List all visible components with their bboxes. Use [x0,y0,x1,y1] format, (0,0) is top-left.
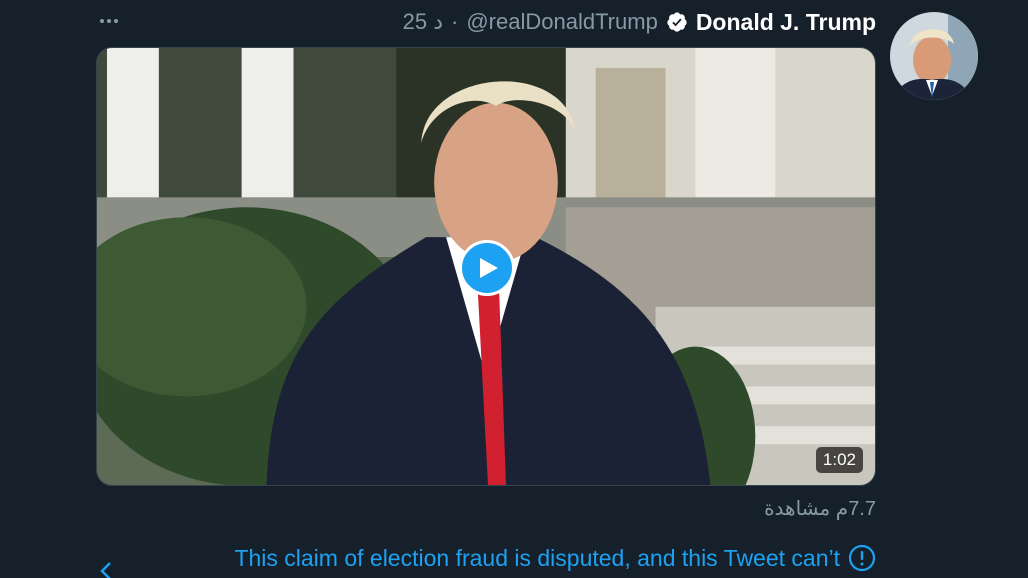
tweet-header: 25 د · @realDonaldTrump Donald J. Trump [403,6,876,38]
more-dot [107,19,111,23]
view-count: 7.7م مشاهدة [764,498,876,520]
play-icon [480,258,498,278]
notice-text: This claim of election fraud is disputed… [234,544,840,571]
video-duration: 1:02 [815,447,863,473]
disputed-claim-notice[interactable]: This claim of election fraud is disputed… [234,544,876,572]
avatar[interactable] [890,12,978,100]
more-dot [114,19,118,23]
video-player[interactable]: 1:02 [96,47,876,486]
more-options-button[interactable] [96,8,122,34]
user-display-name[interactable]: Donald J. Trump [696,9,876,36]
tweet-timestamp[interactable]: 25 د [403,9,443,35]
header-separator: · [451,9,459,34]
alert-circle-icon [848,544,876,572]
play-button[interactable] [459,240,515,296]
user-handle[interactable]: @realDonaldTrump [466,9,657,35]
more-dots-icon [100,19,104,23]
verified-badge-icon [667,12,687,32]
chevron-left-icon[interactable] [98,560,116,578]
avatar-photo [890,12,978,100]
